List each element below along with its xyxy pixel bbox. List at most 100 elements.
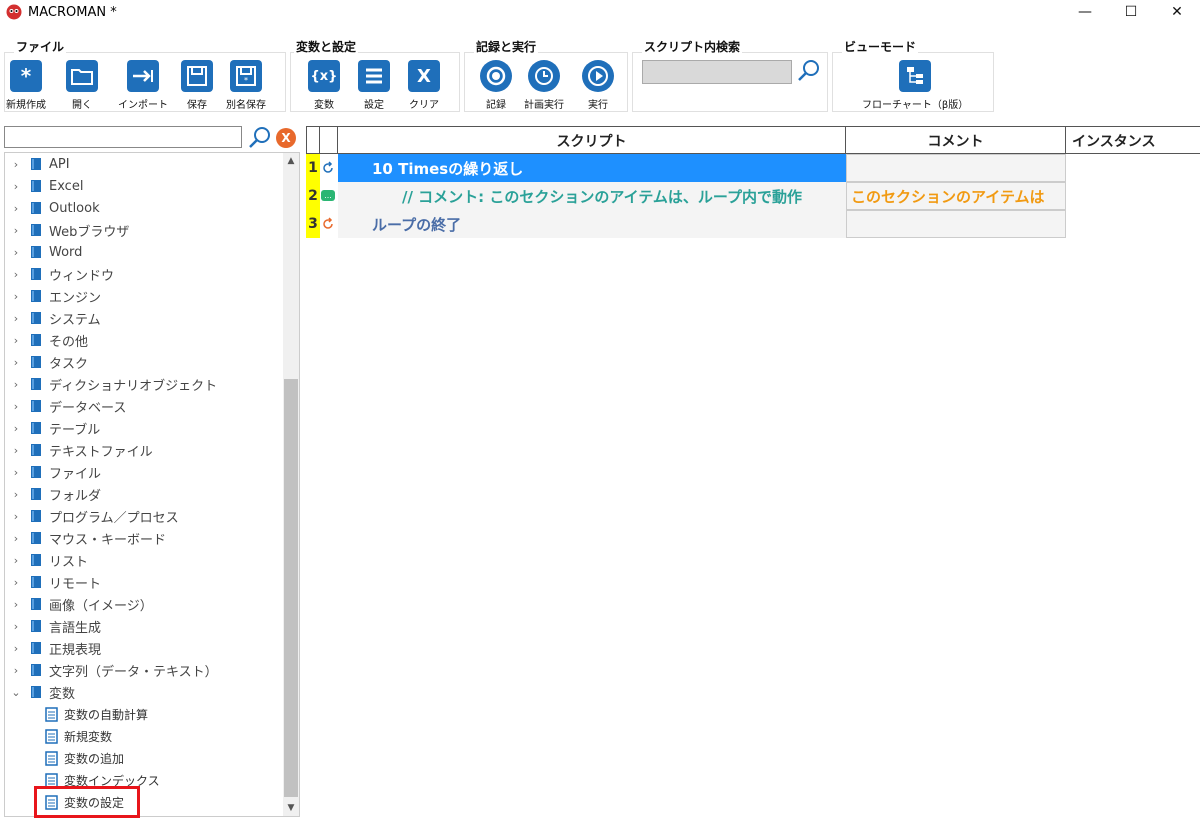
clear-search-icon[interactable]: X	[276, 128, 296, 148]
chevron-right-icon[interactable]: ›	[9, 422, 23, 435]
new-button[interactable]: * 新規作成	[6, 60, 46, 111]
tree-category[interactable]: › Word	[5, 241, 83, 263]
tree-category[interactable]: › API	[5, 153, 70, 175]
tree-category[interactable]: › その他	[5, 329, 88, 351]
save-as-button[interactable]: * 別名保存	[226, 60, 266, 111]
tree-category[interactable]: › タスク	[5, 351, 88, 373]
record-button[interactable]: 記録	[480, 60, 512, 111]
header-comment[interactable]: コメント	[846, 127, 1066, 154]
tree-category[interactable]: › リスト	[5, 549, 88, 571]
book-icon	[31, 312, 41, 324]
tree-category[interactable]: › リモート	[5, 571, 101, 593]
chevron-right-icon[interactable]: ›	[9, 312, 23, 325]
schedule-button[interactable]: 計画実行	[524, 60, 564, 111]
chevron-right-icon[interactable]: ›	[9, 488, 23, 501]
tree-category[interactable]: › エンジン	[5, 285, 101, 307]
chevron-right-icon[interactable]: ›	[9, 620, 23, 633]
script-cell[interactable]: 10 Timesの繰り返し	[338, 154, 846, 182]
import-button[interactable]: インポート	[118, 60, 168, 111]
minimize-button[interactable]: —	[1062, 0, 1108, 24]
chevron-right-icon[interactable]: ›	[9, 554, 23, 567]
chevron-right-icon[interactable]: ›	[9, 224, 23, 237]
tree-category[interactable]: › 画像（イメージ）	[5, 593, 153, 615]
chevron-right-icon[interactable]: ›	[9, 180, 23, 193]
tree-category[interactable]: › プログラム／プロセス	[5, 505, 179, 527]
tree-category[interactable]: › Outlook	[5, 197, 100, 219]
comment-cell[interactable]	[846, 154, 1066, 182]
settings-button[interactable]: 設定	[358, 60, 390, 111]
scrollbar-thumb[interactable]	[284, 379, 298, 797]
tree-category[interactable]: › フォルダ	[5, 483, 101, 505]
window-title: MACROMAN *	[28, 4, 117, 20]
tree-category[interactable]: › 正規表現	[5, 637, 101, 659]
chevron-right-icon[interactable]: ›	[9, 642, 23, 655]
tree-category[interactable]: › ディクショナリオブジェクト	[5, 373, 217, 395]
vars-group: 変数と設定 {x} 変数 設定 X クリア	[290, 38, 460, 112]
header-script[interactable]: スクリプト	[338, 127, 846, 154]
command-search-icon[interactable]	[248, 126, 272, 150]
tree-category[interactable]: › ファイル	[5, 461, 101, 483]
close-button[interactable]: ✕	[1154, 0, 1200, 24]
chevron-right-icon[interactable]: ›	[9, 510, 23, 523]
book-icon	[31, 422, 41, 434]
tree-category[interactable]: › テーブル	[5, 417, 100, 439]
chevron-right-icon[interactable]: ›	[9, 598, 23, 611]
command-search-input[interactable]	[4, 126, 242, 148]
open-button[interactable]: 開く	[66, 60, 98, 111]
save-button[interactable]: 保存	[181, 60, 213, 111]
tree-category[interactable]: › Webブラウザ	[5, 219, 130, 241]
tree-category[interactable]: › 言語生成	[5, 615, 101, 637]
tree-category-label: システム	[49, 312, 101, 328]
tree-category-label: 正規表現	[49, 642, 102, 658]
chevron-down-icon[interactable]: ⌄	[9, 686, 23, 699]
tree-category[interactable]: › システム	[5, 307, 101, 329]
script-search-title: スクリプト内検索	[642, 38, 743, 55]
tree-category[interactable]: › ウィンドウ	[5, 263, 114, 285]
script-cell[interactable]: ループの終了	[338, 210, 846, 238]
scroll-down-icon[interactable]: ▼	[283, 800, 299, 816]
tree-child-item[interactable]: 変数の追加	[5, 747, 124, 769]
save-as-label: 別名保存	[226, 100, 266, 111]
flowchart-button[interactable]: フローチャート（β版）	[862, 60, 968, 111]
script-row[interactable]: 3 ループの終了	[306, 210, 1066, 238]
chevron-right-icon[interactable]: ›	[9, 664, 23, 677]
tree-category[interactable]: ⌄ 変数	[5, 681, 75, 703]
chevron-right-icon[interactable]: ›	[9, 356, 23, 369]
tree-category[interactable]: › データベース	[5, 395, 127, 417]
chevron-right-icon[interactable]: ›	[9, 444, 23, 457]
tree-category[interactable]: › Excel	[5, 175, 84, 197]
chevron-right-icon[interactable]: ›	[9, 202, 23, 215]
tree-category-label: Webブラウザ	[49, 224, 130, 240]
chevron-right-icon[interactable]: ›	[9, 532, 23, 545]
chevron-right-icon[interactable]: ›	[9, 246, 23, 259]
chevron-right-icon[interactable]: ›	[9, 334, 23, 347]
search-icon[interactable]	[796, 58, 822, 84]
script-row[interactable]: 2... // コメント: このセクションのアイテムは、ループ内で動作 このセクショ…	[306, 182, 1066, 210]
chevron-right-icon[interactable]: ›	[9, 466, 23, 479]
chevron-right-icon[interactable]: ›	[9, 378, 23, 391]
variables-button[interactable]: {x} 変数	[308, 60, 340, 111]
script-cell[interactable]: // コメント: このセクションのアイテムは、ループ内で動作	[338, 182, 846, 210]
comment-cell[interactable]	[846, 210, 1066, 238]
tree-category[interactable]: › 文字列（データ・テキスト）	[5, 659, 218, 681]
maximize-button[interactable]: ☐	[1108, 0, 1154, 24]
tree-category[interactable]: › テキストファイル	[5, 439, 153, 461]
chevron-right-icon[interactable]: ›	[9, 400, 23, 413]
chevron-right-icon[interactable]: ›	[9, 268, 23, 281]
scroll-up-icon[interactable]: ▲	[283, 153, 299, 169]
settings-list-icon	[358, 60, 390, 92]
clear-icon: X	[408, 60, 440, 92]
clear-button[interactable]: X クリア	[408, 60, 440, 111]
comment-cell[interactable]: このセクションのアイテムは	[846, 182, 1066, 210]
header-instance[interactable]: インスタンス	[1066, 127, 1200, 154]
tree-category[interactable]: › マウス・キーボード	[5, 527, 166, 549]
tree-child-item[interactable]: 新規変数	[5, 725, 112, 747]
script-search-input[interactable]	[642, 60, 792, 84]
chevron-right-icon[interactable]: ›	[9, 290, 23, 303]
chevron-right-icon[interactable]: ›	[9, 576, 23, 589]
chevron-right-icon[interactable]: ›	[9, 158, 23, 171]
run-button[interactable]: 実行	[582, 60, 614, 111]
script-row[interactable]: 1 10 Timesの繰り返し	[306, 154, 1066, 182]
tree-scrollbar[interactable]: ▲ ▼	[283, 153, 299, 816]
tree-child-item[interactable]: 変数の自動計算	[5, 703, 148, 725]
